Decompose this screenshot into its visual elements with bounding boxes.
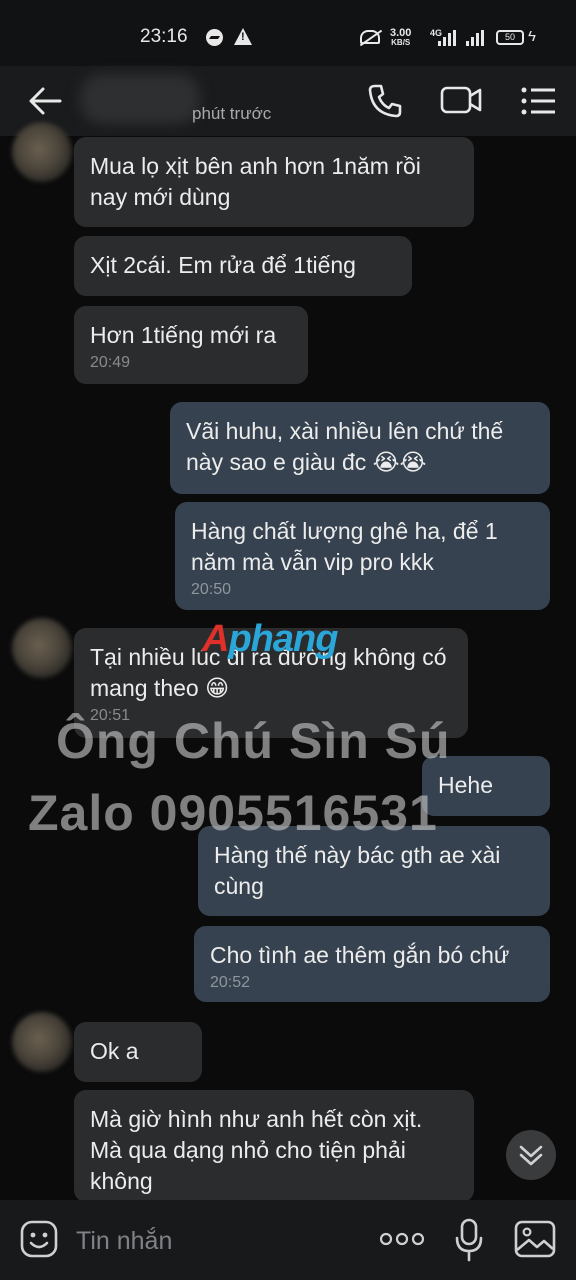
chat-header: phút trước [0,66,576,136]
emoji-icon[interactable] [20,1220,58,1258]
chevron-double-down-icon [519,1145,543,1166]
message-bubble[interactable]: Hơn 1tiếng mới ra 20:49 [74,306,308,384]
messenger-notification-icon [206,29,223,46]
mute-icon [360,30,380,44]
message-text: Hơn 1tiếng mới ra [90,322,277,348]
alert-notification-icon [234,28,252,45]
battery-icon: 50 [496,30,524,45]
message-text: Mà giờ hình như anh hết còn xịt. Mà qua … [90,1106,423,1194]
status-time: 23:16 [140,26,188,47]
message-text: Hehe [438,772,493,798]
message-composer [0,1200,576,1280]
phone-icon[interactable] [366,82,404,120]
avatar[interactable] [12,1012,72,1072]
last-seen-status: phút trước [192,104,272,123]
message-bubble[interactable]: Cho tình ae thêm gắn bó chứ 20:52 [194,926,550,1002]
more-dots-icon[interactable] [380,1232,424,1246]
message-text: Mua lọ xịt bên anh hơn 1năm rồi nay mới … [90,153,421,210]
message-bubble[interactable]: Vãi huhu, xài nhiều lên chứ thế này sao … [170,402,550,494]
arrow-left-icon[interactable] [28,86,62,116]
watermark-line-1: Ông Chú Sìn Sú [56,713,451,769]
message-bubble[interactable]: Ok a [74,1022,202,1082]
signal-icon [438,30,460,46]
message-text: Ok a [90,1038,139,1064]
message-time: 20:52 [210,974,251,991]
watermark-line-2: Zalo 0905516531 [28,785,438,841]
network-speed: 3.00 KB/S [390,27,412,48]
signal-icon-2 [466,30,488,46]
avatar[interactable] [12,122,72,182]
charging-icon: ϟ [528,28,536,45]
message-bubble[interactable]: Mua lọ xịt bên anh hơn 1năm rồi nay mới … [74,137,474,227]
message-text: Xịt 2cái. Em rửa để 1tiếng [90,252,356,278]
message-text: Vãi huhu, xài nhiều lên chứ thế này sao … [186,418,504,475]
message-text: Hàng thế này bác gth ae xài cùng [214,842,501,899]
message-text: Cho tình ae thêm gắn bó chứ [210,942,510,968]
list-menu-icon[interactable] [520,86,556,116]
watermark-logo: Aphang [202,618,338,660]
message-bubble[interactable]: Xịt 2cái. Em rửa để 1tiếng [74,236,412,296]
contact-name-blurred[interactable] [80,74,200,124]
avatar[interactable] [12,618,72,678]
message-bubble[interactable]: Hàng chất lượng ghê ha, để 1 năm mà vẫn … [175,502,550,610]
message-time: 20:50 [191,581,232,598]
message-text: Hàng chất lượng ghê ha, để 1 năm mà vẫn … [191,518,498,575]
image-icon[interactable] [514,1220,556,1258]
microphone-icon[interactable] [454,1218,484,1262]
scroll-to-bottom-button[interactable] [506,1130,556,1180]
message-time: 20:49 [90,354,131,371]
message-input[interactable] [74,1222,358,1260]
video-camera-icon[interactable] [440,84,482,116]
message-bubble[interactable]: Mà giờ hình như anh hết còn xịt. Mà qua … [74,1090,474,1202]
status-bar: 23:16 3.00KB/S 4G 50 ϟ [0,0,576,66]
